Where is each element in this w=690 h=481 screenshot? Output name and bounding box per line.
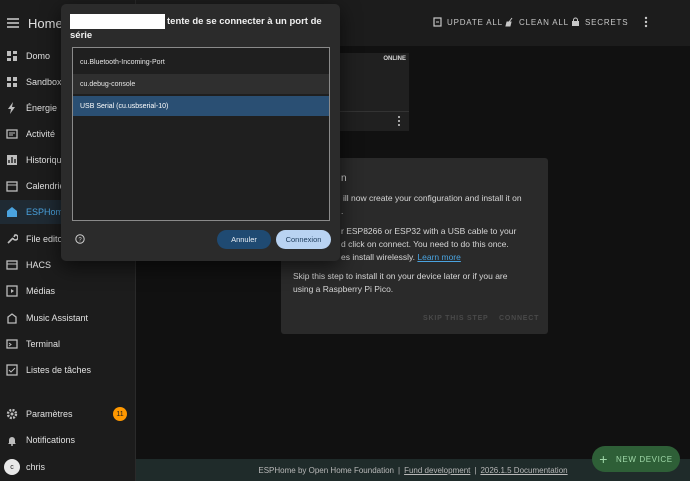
footer-separator: | — [398, 465, 401, 475]
sidebar-item-music-assistant[interactable]: Music Assistant — [0, 306, 136, 330]
new-device-label: NEW DEVICE — [616, 454, 673, 464]
help-icon[interactable]: ? — [75, 234, 85, 244]
sidebar-item-label: Listes de tâches — [26, 365, 92, 375]
install-text-line: d click on connect. You need to do this … — [341, 239, 509, 249]
footer-text: ESPHome by Open Home Foundation — [258, 465, 395, 475]
sidebar-item-label: Sandbox — [26, 77, 62, 87]
gear-icon — [6, 408, 18, 420]
update-all-label: UPDATE ALL — [447, 17, 503, 27]
sidebar-item-label: Terminal — [26, 339, 61, 349]
sidebar-item-label: File editor — [26, 234, 66, 244]
broom-icon — [505, 17, 513, 27]
sidebar-item-label: Médias — [26, 286, 56, 296]
new-device-button[interactable]: + NEW DEVICE — [592, 446, 680, 472]
sidebar-item-parametres[interactable]: Paramètres 11 — [0, 402, 136, 426]
sidebar-item-label: Énergie — [26, 103, 58, 113]
install-text-line: r ESP8266 or ESP32 with a USB cable to y… — [341, 226, 517, 236]
sidebar-item-terminal[interactable]: Terminal — [0, 332, 136, 356]
status-badge: ONLINE — [383, 56, 406, 62]
sidebar-item-label: Music Assistant — [26, 313, 89, 323]
sidebar-item-label: Paramètres — [26, 409, 73, 419]
connect-button[interactable]: CONNECT — [499, 315, 539, 322]
sidebar-item-medias[interactable]: Médias — [0, 279, 136, 303]
dialog-title-line2: série — [70, 30, 93, 42]
secrets-button[interactable]: SECRETS — [571, 17, 628, 27]
sidebar-item-label: Domo — [26, 51, 51, 61]
sidebar-item-user[interactable]: c chris — [0, 455, 136, 479]
update-all-button[interactable]: UPDATE ALL — [433, 17, 503, 27]
clean-all-button[interactable]: CLEAN ALL — [505, 17, 569, 27]
avatar: c — [4, 459, 20, 475]
sidebar-item-listes-de-taches[interactable]: Listes de tâches — [0, 358, 136, 382]
terminal-icon — [6, 338, 18, 350]
install-text-line: Skip this step to install it on your dev… — [293, 271, 508, 281]
chart-icon — [6, 154, 18, 166]
sidebar-item-label: HACS — [26, 260, 52, 270]
update-icon — [433, 17, 442, 27]
dialog-title-line1: tente de se connecter à un port de — [167, 16, 322, 28]
sidebar-item-label: Notifications — [26, 435, 76, 445]
menu-icon[interactable] — [6, 16, 20, 30]
install-text-line: . — [341, 206, 344, 216]
fund-development-link[interactable]: Fund development — [404, 466, 470, 475]
activity-icon — [6, 128, 18, 140]
install-text-line: using a Raspberry Pi Pico. — [293, 284, 394, 294]
redacted-origin — [70, 14, 165, 29]
dashboard-icon — [6, 50, 18, 62]
sidebar-item-notifications[interactable]: Notifications — [0, 428, 136, 452]
port-option[interactable]: cu.Bluetooth-Incoming-Port — [73, 52, 329, 72]
bell-icon — [6, 434, 18, 446]
skip-step-button[interactable]: SKIP THIS STEP — [423, 315, 489, 322]
settings-badge: 11 — [113, 407, 127, 421]
cancel-button[interactable]: Annuler — [217, 230, 271, 249]
esphome-icon — [6, 206, 18, 218]
plus-icon: + — [599, 451, 609, 467]
clean-all-label: CLEAN ALL — [519, 17, 569, 27]
more-vert-icon[interactable] — [640, 16, 652, 28]
checklist-icon — [6, 364, 18, 376]
calendar-icon — [6, 180, 18, 192]
install-text-line: ill now create your configuration and in… — [343, 193, 522, 203]
install-text-fragment: es install wirelessly. — [341, 252, 416, 262]
footer-separator: | — [474, 465, 477, 475]
music-icon — [6, 312, 18, 324]
more-vert-icon[interactable] — [396, 115, 402, 127]
dialog-title: tente de se connecter à un port de série — [70, 14, 330, 43]
connexion-button[interactable]: Connexion — [276, 230, 331, 249]
install-panel-heading: n — [341, 173, 347, 184]
wrench-icon — [6, 233, 18, 245]
grid-icon — [6, 76, 18, 88]
learn-more-link[interactable]: Learn more — [417, 252, 460, 262]
port-option-selected[interactable]: USB Serial (cu.usbserial-10) — [73, 96, 329, 116]
secrets-label: SECRETS — [585, 17, 629, 27]
install-text-line: es install wirelessly. Learn more — [341, 251, 461, 264]
media-icon — [6, 285, 18, 297]
documentation-link[interactable]: 2026.1.5 Documentation — [480, 466, 567, 475]
lightning-icon — [6, 102, 18, 114]
user-name: chris — [26, 462, 46, 472]
lock-icon — [572, 17, 579, 26]
sidebar-item-label: Activité — [26, 129, 56, 139]
port-option[interactable]: cu.debug-console — [73, 74, 329, 94]
serial-port-dialog: tente de se connecter à un port de série… — [61, 4, 340, 261]
port-list[interactable]: cu.Bluetooth-Incoming-Port cu.debug-cons… — [72, 47, 330, 221]
hacs-icon — [6, 259, 18, 271]
